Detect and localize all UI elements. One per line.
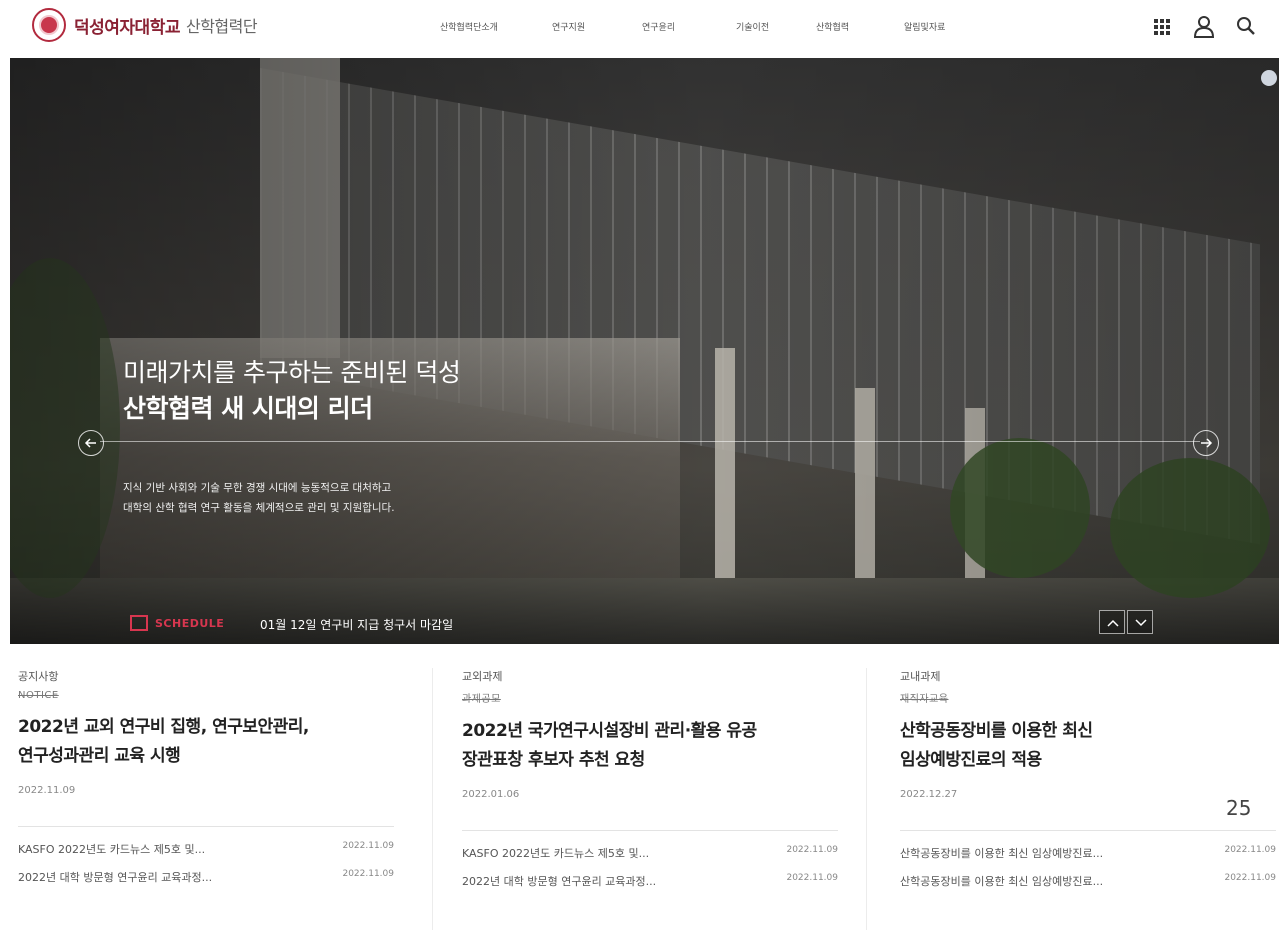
column-separator [432, 668, 433, 930]
board-notice: 공지사항 NOTICE 2022년 교외 연구비 집행, 연구보안관리, 연구성… [18, 668, 394, 885]
grid-menu-icon[interactable] [1147, 12, 1177, 40]
schedule-text[interactable]: 01월 12일 연구비 지급 청구서 마감일 [260, 616, 453, 633]
list-item-title: KASFO 2022년도 카드뉴스 제5호 및... [462, 847, 650, 860]
hero-desc-line1: 지식 기반 사회와 기술 무한 경쟁 시대에 능동적으로 대처하고 [123, 482, 392, 494]
utility-menu [1135, 12, 1261, 40]
board-subtitle: 재직자교육 [900, 694, 949, 705]
arrow-left-icon [84, 438, 96, 448]
board-subtitle: 과제공모 [462, 694, 501, 705]
hero-title-line2: 산학협력 새 시대의 리더 [123, 394, 373, 423]
hero-desc-line2: 대학의 산학 협력 연구 활동을 체계적으로 관리 및 지원합니다. [123, 502, 395, 514]
board-external-projects: 교외과제 과제공모 2022년 국가연구시설장비 관리·활용 유공 장관표창 후… [462, 668, 838, 889]
list-item[interactable]: 2022년 대학 방문형 연구윤리 교육과정... 2022.11.09 [18, 869, 394, 885]
arrow-right-icon [1201, 438, 1213, 448]
divider [462, 830, 838, 831]
column-separator [866, 668, 867, 930]
user-icon[interactable] [1189, 12, 1219, 40]
schedule-prev-button[interactable] [1099, 610, 1125, 634]
board-headline[interactable]: 산학공동장비를 이용한 최신 임상예방진료의 적용 [900, 717, 1276, 775]
list-item[interactable]: KASFO 2022년도 카드뉴스 제5호 및... 2022.11.09 [18, 841, 394, 857]
list-item[interactable]: KASFO 2022년도 카드뉴스 제5호 및... 2022.11.09 [462, 845, 838, 861]
list-item-date: 2022.11.09 [786, 845, 838, 855]
list-item-title: KASFO 2022년도 카드뉴스 제5호 및... [18, 843, 206, 856]
board-headline-date: 2022.01.06 [462, 789, 520, 800]
university-seal-icon [32, 8, 66, 42]
board-headline[interactable]: 2022년 교외 연구비 집행, 연구보안관리, 연구성과관리 교육 시행 [18, 713, 394, 771]
list-item-date: 2022.11.09 [786, 873, 838, 883]
schedule-next-button[interactable] [1127, 610, 1153, 634]
hero-description: 지식 기반 사회와 기술 무한 경쟁 시대에 능동적으로 대처하고 대학의 산학… [123, 478, 395, 518]
calendar-icon [130, 615, 148, 631]
nav-item-industry-cooperation[interactable]: 산학협력 [816, 20, 904, 33]
prev-slide-button[interactable] [78, 430, 104, 456]
settings-icon[interactable] [1261, 70, 1277, 86]
main-nav: 산학협력단소개 연구지원 연구윤리 기술이전 산학협력 알림및자료 [440, 20, 974, 33]
board-headline[interactable]: 2022년 국가연구시설장비 관리·활용 유공 장관표창 후보자 추천 요청 [462, 717, 838, 775]
board-headline-date: 2022.11.09 [18, 785, 76, 796]
hero-banner: 미래가치를 추구하는 준비된 덕성 산학협력 새 시대의 리더 지식 기반 사회… [10, 58, 1279, 644]
nav-item-research-ethics[interactable]: 연구윤리 [642, 20, 736, 33]
board-category[interactable]: 교외과제 [462, 668, 838, 684]
logo-subtitle: 산학협력단 [185, 17, 258, 36]
board-internal-projects: 교내과제 재직자교육 산학공동장비를 이용한 최신 임상예방진료의 적용 202… [900, 668, 1276, 889]
nav-item-about[interactable]: 산학협력단소개 [440, 20, 552, 33]
board-subtitle: NOTICE [18, 690, 59, 701]
board-category[interactable]: 교내과제 [900, 668, 1276, 684]
hero-title-line1: 미래가치를 추구하는 준비된 덕성 [123, 358, 461, 387]
next-slide-button[interactable] [1193, 430, 1219, 456]
list-item[interactable]: 산학공동장비를 이용한 최신 임상예방진료... 2022.11.09 [900, 845, 1276, 861]
list-item[interactable]: 산학공동장비를 이용한 최신 임상예방진료... 2022.11.09 [900, 873, 1276, 889]
board-headline-date: 2022.12.27 [900, 789, 958, 800]
list-item-title: 산학공동장비를 이용한 최신 임상예방진료... [900, 875, 1104, 888]
logo-name: 덕성여자대학교 [74, 17, 180, 38]
site-header: 덕성여자대학교 산학협력단 산학협력단소개 연구지원 연구윤리 기술이전 산학협… [0, 0, 1279, 56]
list-item-title: 2022년 대학 방문형 연구윤리 교육과정... [462, 875, 657, 888]
chevron-up-icon [1107, 619, 1119, 627]
nav-item-tech-transfer[interactable]: 기술이전 [736, 20, 816, 33]
divider [18, 826, 394, 827]
list-item-title: 2022년 대학 방문형 연구윤리 교육과정... [18, 871, 213, 884]
list-item[interactable]: 2022년 대학 방문형 연구윤리 교육과정... 2022.11.09 [462, 873, 838, 889]
list-item-title: 산학공동장비를 이용한 최신 임상예방진료... [900, 847, 1104, 860]
list-item-date: 2022.11.09 [1224, 845, 1276, 855]
list-item-date: 2022.11.09 [342, 841, 394, 851]
page-number: 25 [1226, 796, 1252, 820]
nav-item-research-support[interactable]: 연구지원 [552, 20, 642, 33]
list-item-date: 2022.11.09 [342, 869, 394, 879]
site-logo[interactable]: 덕성여자대학교 산학협력단 [32, 8, 258, 42]
board-category[interactable]: 공지사항 [18, 668, 394, 684]
schedule-label: SCHEDULE [155, 617, 225, 630]
list-item-date: 2022.11.09 [1224, 873, 1276, 883]
hero-divider [100, 441, 1200, 442]
search-icon[interactable] [1231, 12, 1261, 40]
divider [900, 830, 1276, 831]
nav-item-notices[interactable]: 알림및자료 [904, 20, 974, 33]
chevron-down-icon [1135, 619, 1147, 627]
